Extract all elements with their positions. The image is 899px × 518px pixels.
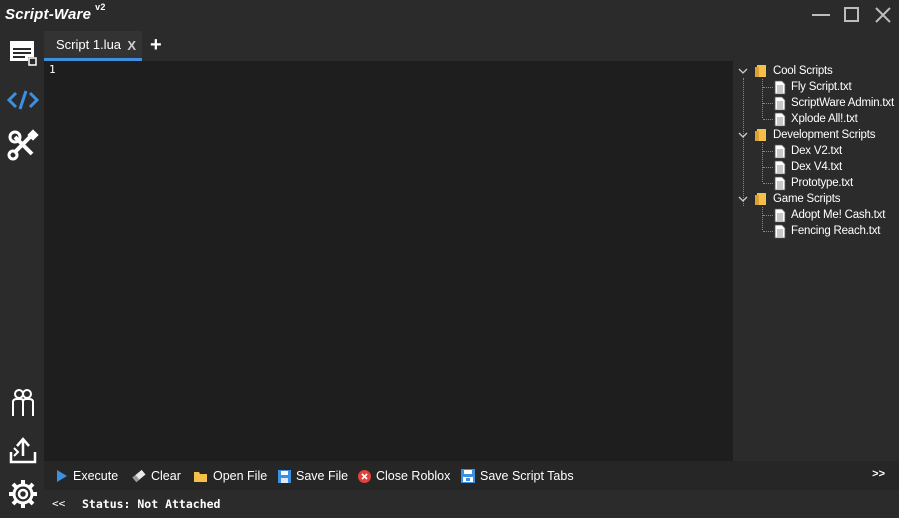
collapse-button[interactable]: <<: [52, 497, 65, 510]
save-file-label: Save File: [296, 469, 349, 483]
clear-button[interactable]: Clear: [132, 466, 181, 486]
folder-icon: [755, 65, 766, 77]
tree-file[interactable]: Xplode All!.txt: [774, 111, 858, 127]
close-icon[interactable]: [873, 5, 893, 25]
expand-toolbar-button[interactable]: >>: [872, 468, 885, 480]
tree-file[interactable]: Dex V2.txt: [774, 143, 842, 159]
folder-icon: [755, 193, 766, 205]
tree-file[interactable]: Fly Script.txt: [774, 79, 852, 95]
tree-file[interactable]: Dex V4.txt: [774, 159, 842, 175]
text-file-icon: [774, 112, 786, 126]
execute-label: Execute: [73, 469, 119, 483]
users-icon[interactable]: [6, 386, 39, 419]
text-file-icon: [774, 176, 786, 190]
status-text: Status: Not Attached: [82, 497, 221, 511]
open-file-button[interactable]: Open File: [193, 466, 267, 486]
maximize-icon[interactable]: [842, 5, 862, 25]
save-script-tabs-label: Save Script Tabs: [480, 469, 574, 483]
tab-label: Script 1.lua: [56, 37, 122, 52]
chevron-down-icon[interactable]: [738, 194, 748, 204]
app-name: Script-Ware: [5, 6, 92, 23]
close-roblox-button[interactable]: Close Roblox: [358, 466, 450, 486]
close-roblox-label: Close Roblox: [376, 469, 451, 483]
folder-name: Cool Scripts: [773, 65, 833, 77]
chevron-down-icon[interactable]: [738, 66, 748, 76]
tree-connector: [762, 143, 763, 182]
tree-file[interactable]: ScriptWare Admin.txt: [774, 95, 894, 111]
tree-file[interactable]: Adopt Me! Cash.txt: [774, 207, 885, 223]
share-icon[interactable]: [6, 433, 39, 466]
code-icon[interactable]: [6, 83, 39, 116]
app-logo: Script-Ware v2: [5, 2, 106, 23]
tree-connector: [763, 215, 773, 216]
tree-folder-development-scripts[interactable]: Development Scripts: [738, 127, 876, 143]
title-bar: Script-Ware v2: [0, 0, 899, 31]
save-tabs-icon: [461, 469, 475, 483]
tree-connector: [763, 167, 773, 168]
settings-gear-icon[interactable]: [6, 477, 39, 510]
save-file-button[interactable]: Save File: [278, 466, 348, 486]
sidebar: [0, 31, 44, 518]
tab-script-1[interactable]: Script 1.lua X: [44, 31, 142, 61]
text-file-icon: [774, 224, 786, 238]
execute-button[interactable]: Execute: [56, 466, 118, 486]
chevron-down-icon[interactable]: [738, 130, 748, 140]
text-file-icon: [774, 144, 786, 158]
text-file-icon: [774, 96, 786, 110]
tab-bar: Script 1.lua X +: [44, 31, 899, 61]
tree-folder-game-scripts[interactable]: Game Scripts: [738, 191, 840, 207]
text-file-icon: [774, 208, 786, 222]
play-icon: [57, 470, 67, 482]
text-file-icon: [774, 80, 786, 94]
line-number: 1: [49, 63, 56, 76]
file-name: Prototype.txt: [791, 177, 853, 189]
tree-connector: [762, 79, 763, 118]
text-file-icon: [774, 160, 786, 174]
app-version: v2: [95, 2, 106, 12]
file-name: Dex V2.txt: [791, 145, 843, 157]
save-script-tabs-button[interactable]: Save Script Tabs: [461, 466, 574, 486]
tree-file[interactable]: Prototype.txt: [774, 175, 853, 191]
file-name: Xplode All!.txt: [791, 113, 858, 125]
tab-close-button[interactable]: X: [127, 38, 136, 53]
clear-label: Clear: [151, 469, 181, 483]
tree-connector: [763, 231, 773, 232]
file-name: Dex V4.txt: [791, 161, 843, 173]
folder-name: Development Scripts: [773, 129, 876, 141]
tree-connector: [762, 207, 763, 230]
status-bar: << Status: Not Attached: [44, 490, 899, 518]
tree-connector: [763, 119, 773, 120]
tree-file[interactable]: Fencing Reach.txt: [774, 223, 880, 239]
file-name: ScriptWare Admin.txt: [791, 97, 894, 109]
open-file-label: Open File: [213, 469, 268, 483]
floppy-disk-icon: [278, 469, 291, 483]
tree-connector: [763, 183, 773, 184]
tools-icon[interactable]: [6, 128, 39, 161]
add-tab-button[interactable]: +: [150, 34, 162, 56]
file-name: Fencing Reach.txt: [791, 225, 881, 237]
tree-folder-cool-scripts[interactable]: Cool Scripts: [738, 63, 833, 79]
eraser-icon: [132, 469, 146, 483]
folder-open-icon: [194, 471, 207, 482]
folder-icon: [755, 129, 766, 141]
close-circle-icon: [358, 469, 371, 483]
tree-connector: [763, 151, 773, 152]
minimize-icon[interactable]: [811, 5, 831, 25]
tree-connector: [763, 87, 773, 88]
folder-name: Game Scripts: [773, 193, 841, 205]
script-explorer: Cool Scripts Fly Script.txt ScriptWare A…: [733, 61, 899, 461]
tree-connector: [763, 103, 773, 104]
file-name: Fly Script.txt: [791, 81, 852, 93]
action-toolbar: Execute Clear Open File Save File Close …: [44, 461, 899, 490]
file-name: Adopt Me! Cash.txt: [791, 209, 886, 221]
editor-window-icon[interactable]: [6, 36, 39, 69]
code-editor[interactable]: 1: [44, 61, 733, 461]
